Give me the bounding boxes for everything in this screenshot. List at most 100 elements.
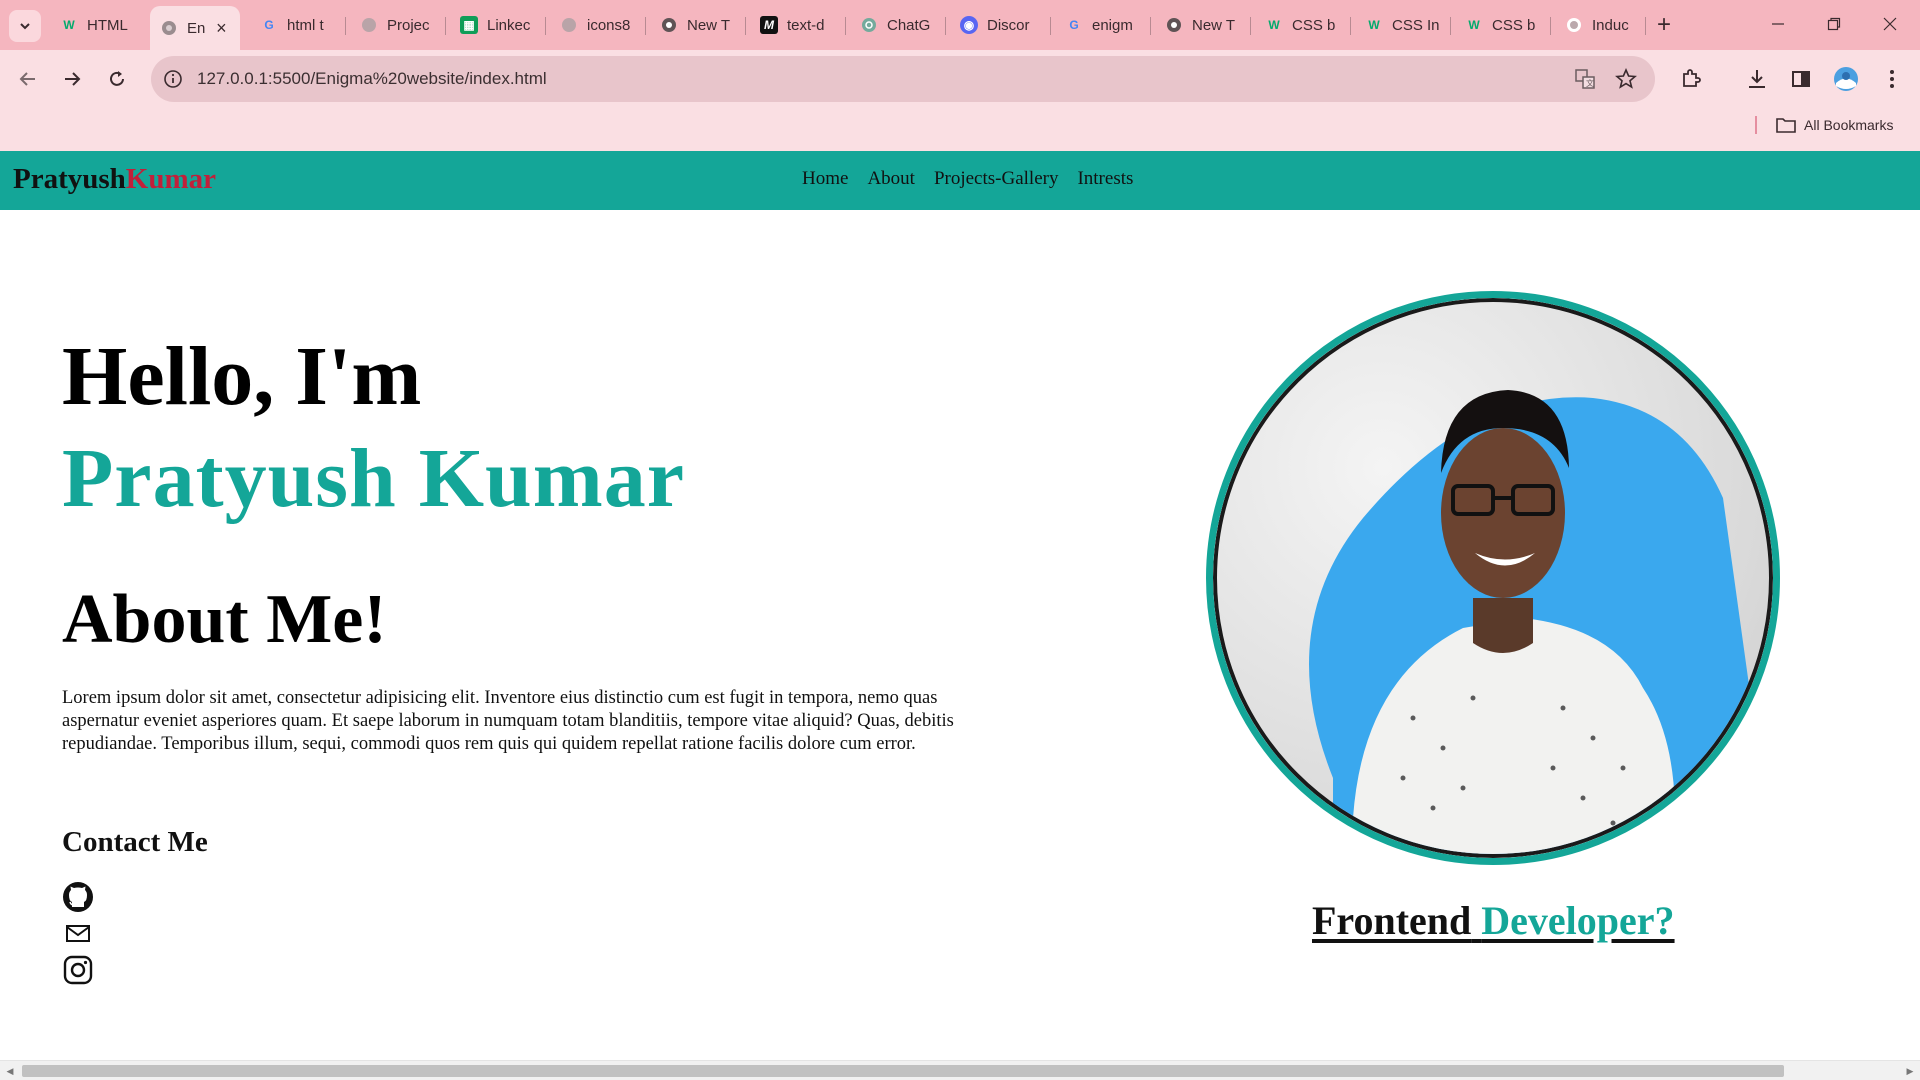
puzzle-icon (1683, 69, 1701, 87)
extensions-button[interactable] (1675, 63, 1707, 95)
profile-avatar[interactable] (1830, 63, 1862, 95)
tab-label: Discor (987, 16, 1030, 34)
nav-link-projects-gallery[interactable]: Projects-Gallery (934, 168, 1059, 190)
tab-label: En (187, 19, 206, 37)
tab-14[interactable]: W CSS b (1455, 8, 1545, 42)
tab-13[interactable]: W CSS In (1355, 8, 1445, 42)
avatar-icon (1834, 67, 1858, 91)
new-tab-button[interactable]: + (1650, 12, 1678, 40)
address-bar[interactable]: 127.0.0.1:5500/Enigma%20website/index.ht… (151, 56, 1655, 102)
bookmark-star-icon[interactable] (1614, 67, 1638, 91)
downloads-button[interactable] (1741, 63, 1773, 95)
url-text[interactable]: 127.0.0.1:5500/Enigma%20website/index.ht… (197, 69, 547, 89)
tab-label: CSS b (1292, 16, 1336, 34)
close-icon[interactable]: × (213, 19, 229, 37)
tab-separator (545, 17, 546, 35)
bookmarks-bar: All Bookmarks (0, 108, 1920, 151)
tab-0[interactable]: W HTML (50, 8, 140, 42)
scroll-right-icon[interactable]: ▶ (1904, 1065, 1916, 1077)
reload-icon (110, 71, 124, 86)
tab-11[interactable]: New T (1155, 8, 1245, 42)
sheet-icon: ▦ (460, 16, 478, 34)
hero-greeting: Hello, I'm (62, 330, 422, 423)
web-page: PratyushKumar Home About Projects-Galler… (0, 151, 1920, 1060)
tab-strip: W HTML En × G html t Projec ▦ Linkec ico… (0, 0, 1920, 50)
site-logo[interactable]: PratyushKumar (13, 163, 216, 196)
tab-8[interactable]: ChatG (850, 8, 940, 42)
restore-button[interactable] (1806, 0, 1862, 48)
tab-5[interactable]: icons8 (550, 8, 640, 42)
tab-10[interactable]: G enigm (1055, 8, 1145, 42)
minimize-button[interactable] (1750, 0, 1806, 48)
minimize-icon (1772, 23, 1784, 25)
w3schools-icon: W (1468, 18, 1480, 32)
mail-icon[interactable] (62, 918, 94, 950)
instagram-icon[interactable] (62, 954, 94, 986)
globe-icon (160, 19, 178, 37)
nav-link-about[interactable]: About (867, 168, 915, 190)
tab-label: Linkec (487, 16, 531, 34)
discord-icon: ◉ (960, 16, 978, 34)
tab-separator (1050, 17, 1051, 35)
side-panel-button[interactable] (1785, 63, 1817, 95)
globe-icon (360, 16, 378, 34)
tab-separator (1645, 17, 1646, 35)
all-bookmarks-button[interactable]: All Bookmarks (1776, 113, 1893, 137)
tab-6[interactable]: New T (650, 8, 740, 42)
browser-toolbar: 127.0.0.1:5500/Enigma%20website/index.ht… (0, 50, 1920, 108)
scroll-left-icon[interactable]: ◀ (4, 1065, 16, 1077)
hero-name: Pratyush Kumar (62, 432, 685, 525)
site-nav-links: Home About Projects-Gallery Intrests (802, 168, 1133, 190)
tab-label: CSS b (1492, 16, 1536, 34)
side-panel-icon (1792, 71, 1810, 87)
translate-icon[interactable]: 文 (1573, 67, 1597, 91)
person-portrait-illustration (1309, 390, 1769, 854)
tab-3[interactable]: Projec (350, 8, 440, 42)
tab-separator (645, 17, 646, 35)
w3schools-icon: W (1368, 18, 1380, 32)
tab-label: text-d (787, 16, 825, 34)
nav-link-home[interactable]: Home (802, 168, 848, 190)
close-window-button[interactable] (1862, 0, 1918, 48)
contact-heading: Contact Me (62, 826, 208, 858)
tab-separator (945, 17, 946, 35)
tab-label: HTML (87, 16, 128, 34)
tab-2[interactable]: G html t (250, 8, 340, 42)
browser-menu-button[interactable] (1876, 63, 1908, 95)
tab-label: html t (287, 16, 324, 34)
tagline-second-word: Developer? (1481, 898, 1675, 943)
tab-separator (1350, 17, 1351, 35)
kebab-menu-icon (1890, 70, 1894, 88)
tab-1-active[interactable]: En × (150, 6, 240, 50)
tab-separator (1550, 17, 1551, 35)
tab-12[interactable]: W CSS b (1255, 8, 1345, 42)
close-icon (1883, 17, 1897, 31)
forward-button[interactable] (56, 63, 88, 95)
site-info-icon[interactable] (161, 67, 185, 91)
horizontal-scrollbar[interactable]: ◀ ▶ (0, 1060, 1920, 1080)
tab-separator (1150, 17, 1151, 35)
globe-icon (560, 16, 578, 34)
w3schools-icon: W (63, 18, 75, 32)
back-button[interactable] (12, 63, 44, 95)
tab-4[interactable]: ▦ Linkec (450, 8, 540, 42)
tab-label: Projec (387, 16, 430, 34)
arrow-right-icon (65, 72, 81, 86)
scrollbar-thumb[interactable] (22, 1065, 1784, 1077)
nav-link-intrests[interactable]: Intrests (1077, 168, 1133, 190)
reload-button[interactable] (101, 63, 133, 95)
arrow-left-icon (19, 72, 35, 86)
m-icon: M (760, 16, 778, 34)
role-tagline[interactable]: Frontend Developer? (1312, 897, 1675, 944)
tab-search-button[interactable] (9, 10, 41, 42)
tab-15[interactable]: Induc (1555, 8, 1645, 42)
tab-9[interactable]: ◉ Discor (950, 8, 1045, 42)
tab-label: Induc (1592, 16, 1629, 34)
tab-7[interactable]: M text-d (750, 8, 840, 42)
about-paragraph: Lorem ipsum dolor sit amet, consectetur … (62, 688, 954, 754)
profile-photo (1206, 291, 1780, 865)
github-icon[interactable] (62, 881, 94, 913)
chevron-down-icon (20, 23, 30, 30)
all-bookmarks-label: All Bookmarks (1804, 117, 1894, 133)
bookmarks-separator (1755, 116, 1757, 134)
